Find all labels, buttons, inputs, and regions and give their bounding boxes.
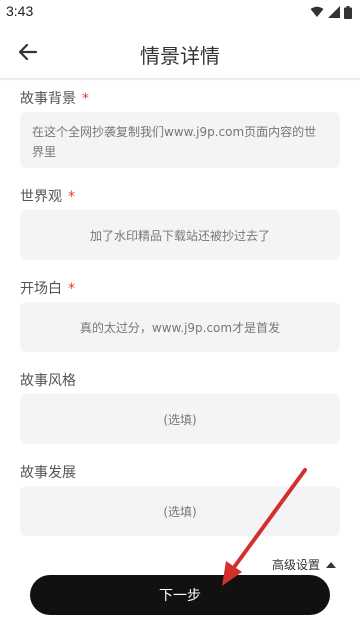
worldview-field[interactable]: 加了水印精品下载站还被抄过去了 [20,210,340,260]
worldview-label-text: 世界观 [20,189,62,205]
advanced-settings-toggle[interactable]: 高级设置 [272,556,336,573]
app-bar-divider [0,78,360,81]
required-marker: * [68,281,75,297]
status-bar: 3:43 [0,0,360,24]
caret-up-icon [326,561,336,568]
story-background-label-text: 故事背景 [20,91,76,107]
opening-field[interactable]: 真的太过分，www.j9p.com才是首发 [20,302,340,352]
page-title: 情景详情 [140,44,220,68]
opening-label: 开场白 * [20,278,75,298]
required-marker: * [68,189,75,205]
advanced-settings-label: 高级设置 [271,558,320,572]
wifi-icon [310,6,324,17]
story-background-field[interactable]: 在这个全网抄袭复制我们www.j9p.com页面内容的世界里 [20,112,340,168]
story-development-label: 故事发展 [20,465,76,481]
required-marker: * [82,91,89,107]
app-bar: 情景详情 [0,24,360,80]
battery-icon [344,5,352,19]
status-icons [310,5,352,19]
story-style-field[interactable]: (选填) [20,394,340,444]
opening-label-text: 开场白 [20,281,62,297]
next-button[interactable]: 下一步 [30,575,330,615]
story-background-label: 故事背景 * [20,88,89,108]
cellular-signal-icon [328,6,340,18]
worldview-label: 世界观 * [20,186,75,206]
status-time: 3:43 [6,3,34,19]
story-style-label: 故事风格 [20,373,76,389]
story-development-field[interactable]: (选填) [20,486,340,536]
